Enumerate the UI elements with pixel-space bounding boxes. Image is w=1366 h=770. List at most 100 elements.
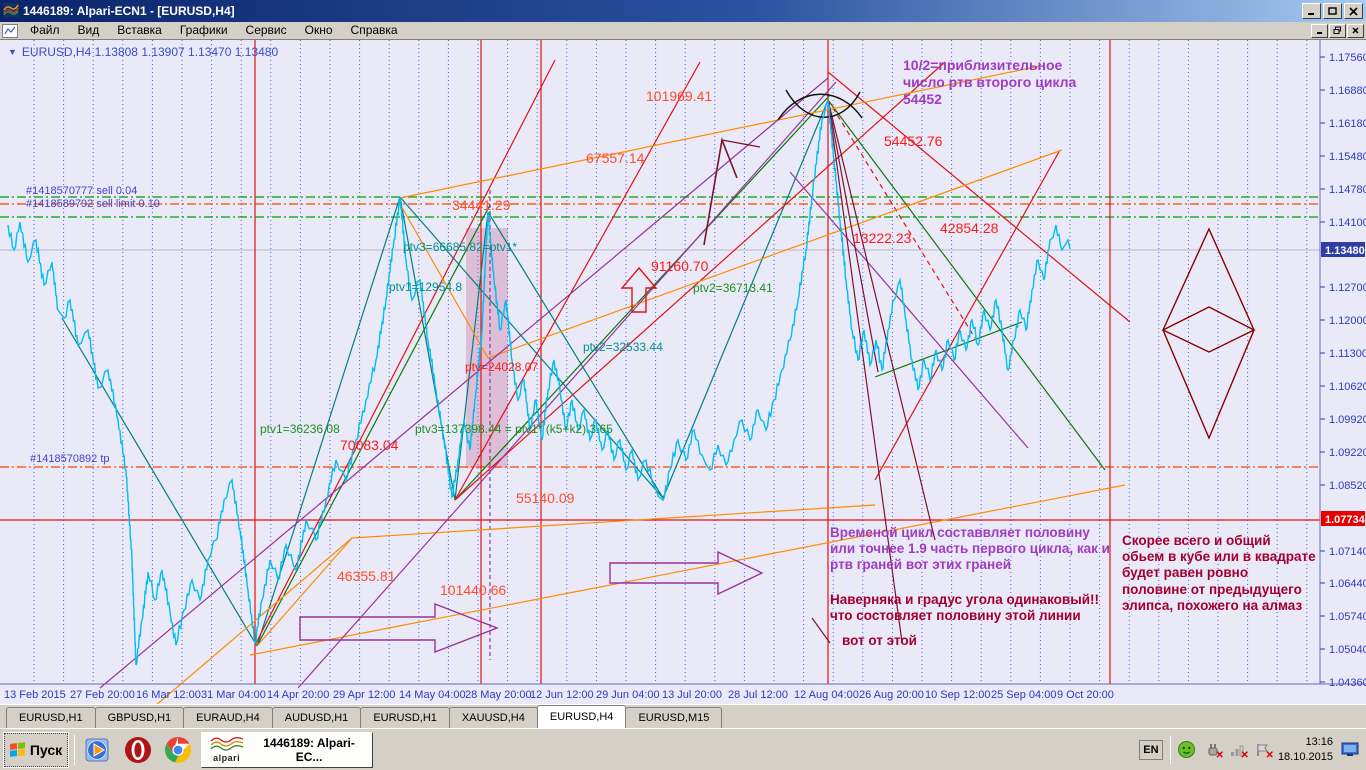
shape-outline — [610, 552, 762, 594]
power-tray-icon[interactable]: ✕ — [1203, 741, 1221, 759]
menu-item-insert[interactable]: Вставка — [108, 22, 171, 39]
start-button[interactable]: Пуск — [4, 733, 68, 767]
system-tray: EN ✕ ✕ ✕ 13:16 18.10.2015 — [1139, 735, 1362, 765]
tab-eurusd-h1[interactable]: EURUSD,H1 — [6, 707, 96, 728]
child-minimize-button[interactable] — [1311, 24, 1328, 38]
clock-time: 13:16 — [1278, 735, 1333, 750]
chart-annotation: 67557.14 — [586, 150, 644, 167]
chart-annotation: ptv1=36236,08 — [260, 422, 340, 436]
time-axis-label: 25 Sep 04:00 — [991, 689, 1056, 701]
time-axis-label: 28 May 20:00 — [465, 689, 532, 701]
chart-annotation: 101440.66 — [440, 582, 506, 599]
time-axis-label: 10 Sep 12:00 — [925, 689, 990, 701]
menu-item-help[interactable]: Справка — [342, 22, 407, 39]
trend-line — [828, 100, 935, 540]
chart-annotation: #1418570892 tp — [30, 453, 110, 466]
taskbar-separator — [74, 735, 75, 765]
time-axis-label: 31 Mar 04:00 — [201, 689, 266, 701]
tab-gbpusd-h1[interactable]: GBPUSD,H1 — [95, 707, 185, 728]
trend-line — [62, 318, 257, 646]
price-axis-label: 1.06440 — [1329, 578, 1366, 590]
trend-line — [828, 100, 1105, 470]
flag-tray-icon[interactable]: ✕ — [1253, 741, 1271, 759]
windows-logo-icon — [10, 742, 26, 758]
chart-annotation: 54452.76 — [884, 133, 942, 150]
chart-tabs: EURUSD,H1GBPUSD,H1EURAUD,H4AUDUSD,H1EURU… — [0, 704, 1366, 728]
price-axis-label: 1.15480 — [1329, 151, 1366, 163]
tray-separator — [1170, 736, 1171, 764]
time-axis-label: 13 Jul 20:00 — [662, 689, 722, 701]
trend-line — [488, 150, 1062, 358]
trend-line — [80, 538, 352, 704]
trend-line — [488, 212, 663, 498]
tab-euraud-h4[interactable]: EURAUD,H4 — [183, 707, 273, 728]
chart-annotation: 70083.04 — [340, 437, 398, 454]
price-axis-label: 1.09220 — [1329, 447, 1366, 459]
time-axis-label: 16 Mar 12:00 — [136, 689, 201, 701]
child-close-button[interactable] — [1347, 24, 1364, 38]
time-axis-label: 28 Jul 12:00 — [728, 689, 788, 701]
maximize-button[interactable] — [1323, 3, 1342, 19]
tab-eurusd-h1[interactable]: EURUSD,H1 — [360, 707, 450, 728]
chart-annotation: Временой цикл составвляет половинуили то… — [830, 525, 1110, 574]
chart-annotation: ptv=24028.07 — [465, 360, 538, 374]
language-indicator[interactable]: EN — [1139, 740, 1163, 760]
mdi-controls — [1310, 24, 1364, 38]
collapse-arrow-icon[interactable]: ▼ — [8, 47, 17, 57]
menu-item-view[interactable]: Вид — [69, 22, 109, 39]
time-axis-label: 13 Feb 2015 — [4, 689, 66, 701]
tab-eurusd-m15[interactable]: EURUSD,M15 — [625, 707, 722, 728]
media-player-icon[interactable] — [81, 733, 115, 767]
taskbar-window-label: 1446189: Alpari-EC... — [251, 736, 367, 764]
price-axis-label: 1.10620 — [1329, 381, 1366, 393]
clock-date: 18.10.2015 — [1278, 750, 1333, 765]
time-axis-label: 29 Jun 04:00 — [596, 689, 660, 701]
chart-area[interactable]: 1.175601.168801.161801.154801.147801.141… — [0, 40, 1366, 704]
freehand-arrow — [704, 140, 737, 245]
chart-annotation: 46355.81 — [337, 568, 395, 585]
chart-annotation: 13222.23 — [853, 230, 911, 247]
ohlc-text: EURUSD,H4 1.13808 1.13907 1.13470 1.1348… — [22, 45, 278, 59]
menu-bar: ФайлВидВставкаГрафикиСервисОкноСправка — [0, 22, 1366, 40]
menu-item-window[interactable]: Окно — [296, 22, 342, 39]
chart-annotation: Наверняка и градус угола одинаковый!!что… — [830, 592, 1099, 624]
show-desktop-button[interactable] — [1340, 741, 1360, 759]
time-axis-label: 14 May 04:00 — [399, 689, 466, 701]
chart-window-icon[interactable] — [2, 24, 18, 38]
chart-annotation: 101969.41 — [646, 88, 712, 105]
chart-annotation: ptv3=137398.44 = ptv1* (k5+k2) 3.65 — [415, 422, 613, 436]
child-restore-button[interactable] — [1329, 24, 1346, 38]
tab-xauusd-h4[interactable]: XAUUSD,H4 — [449, 707, 538, 728]
chart-annotation: ptv1=12954.8 — [389, 280, 462, 294]
chart-annotation: 55140.09 — [516, 490, 574, 507]
close-button[interactable] — [1344, 3, 1363, 19]
trend-line — [352, 505, 875, 538]
opera-icon[interactable] — [121, 733, 155, 767]
taskbar-clock[interactable]: 13:16 18.10.2015 — [1278, 735, 1333, 765]
chart-annotation: 91160.70 — [651, 258, 708, 275]
menu-item-tools[interactable]: Сервис — [237, 22, 296, 39]
tab-eurusd-h4[interactable]: EURUSD,H4 — [537, 705, 627, 728]
network-tray-icon[interactable]: ✕ — [1228, 741, 1246, 759]
start-label: Пуск — [30, 742, 62, 758]
price-axis-label: 1.05740 — [1329, 611, 1366, 623]
antivirus-tray-icon[interactable] — [1178, 741, 1196, 759]
time-axis-label: 9 Oct 20:00 — [1057, 689, 1114, 701]
chart-annotation: #1418570777 sell 0.04 — [26, 185, 137, 198]
shape-outline — [1163, 307, 1254, 352]
chrome-icon[interactable] — [161, 733, 195, 767]
chart-annotation: ptv3=66685.82=ptv1* — [403, 240, 517, 254]
price-axis-label: 1.04360 — [1329, 677, 1366, 689]
price-axis-label: 1.12000 — [1329, 315, 1366, 327]
price-axis-label: 1.11300 — [1329, 348, 1366, 360]
price-axis-label: 1.14100 — [1329, 217, 1366, 229]
chart-annotation: ptv2=36713.41 — [693, 281, 773, 295]
minimize-button[interactable] — [1302, 3, 1321, 19]
chart-annotation: вот от этой — [842, 633, 917, 649]
menu-item-charts[interactable]: Графики — [171, 22, 237, 39]
menu-item-file[interactable]: Файл — [21, 22, 69, 39]
taskbar-window-button[interactable]: alpari 1446189: Alpari-EC... — [201, 732, 373, 768]
taskbar: Пуск — [0, 728, 1366, 770]
time-axis-label: 14 Apr 20:00 — [267, 689, 329, 701]
tab-audusd-h1[interactable]: AUDUSD,H1 — [272, 707, 362, 728]
